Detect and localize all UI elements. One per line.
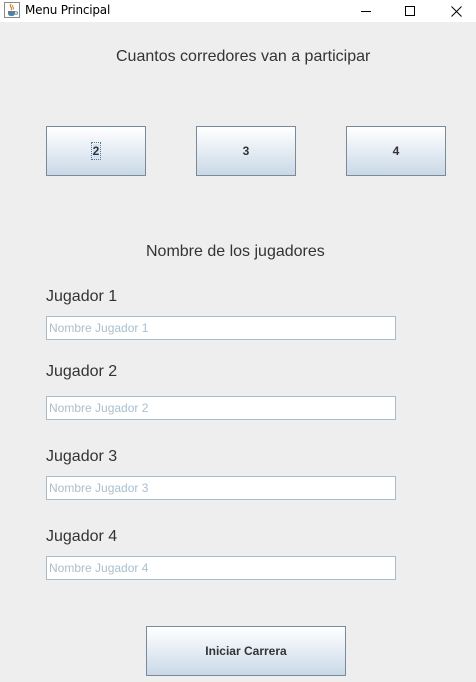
player-3-name-input[interactable]: [46, 476, 396, 500]
start-race-button[interactable]: Iniciar Carrera: [146, 626, 346, 676]
minimize-button[interactable]: [343, 0, 389, 22]
runners-3-button[interactable]: 3: [196, 126, 296, 176]
runners-3-label: 3: [242, 144, 250, 158]
runners-2-label: 2: [90, 142, 102, 160]
runners-4-label: 4: [392, 144, 400, 158]
close-button[interactable]: [433, 0, 476, 22]
maximize-button[interactable]: [387, 0, 433, 22]
player-2-label: Jugador 2: [46, 363, 118, 380]
main-panel: Cuantos corredores van a participar 2 3 …: [0, 22, 476, 682]
player-2-name-input[interactable]: [46, 396, 396, 420]
minimize-icon: [361, 11, 371, 12]
runners-2-button[interactable]: 2: [46, 126, 146, 176]
player-4-name-input[interactable]: [46, 556, 396, 580]
start-race-label: Iniciar Carrera: [205, 644, 287, 658]
player-1-name-input[interactable]: [46, 316, 396, 340]
player-1-label: Jugador 1: [46, 288, 118, 305]
players-heading: Nombre de los jugadores: [146, 243, 325, 260]
title-bar: Menu Principal: [0, 0, 476, 22]
player-4-label: Jugador 4: [46, 528, 118, 545]
player-3-label: Jugador 3: [46, 448, 118, 465]
window-title: Menu Principal: [25, 3, 111, 17]
maximize-icon: [405, 6, 415, 16]
runners-4-button[interactable]: 4: [346, 126, 446, 176]
java-cup-icon[interactable]: [4, 2, 20, 18]
runners-question: Cuantos corredores van a participar: [116, 48, 371, 65]
close-icon: [450, 5, 462, 17]
